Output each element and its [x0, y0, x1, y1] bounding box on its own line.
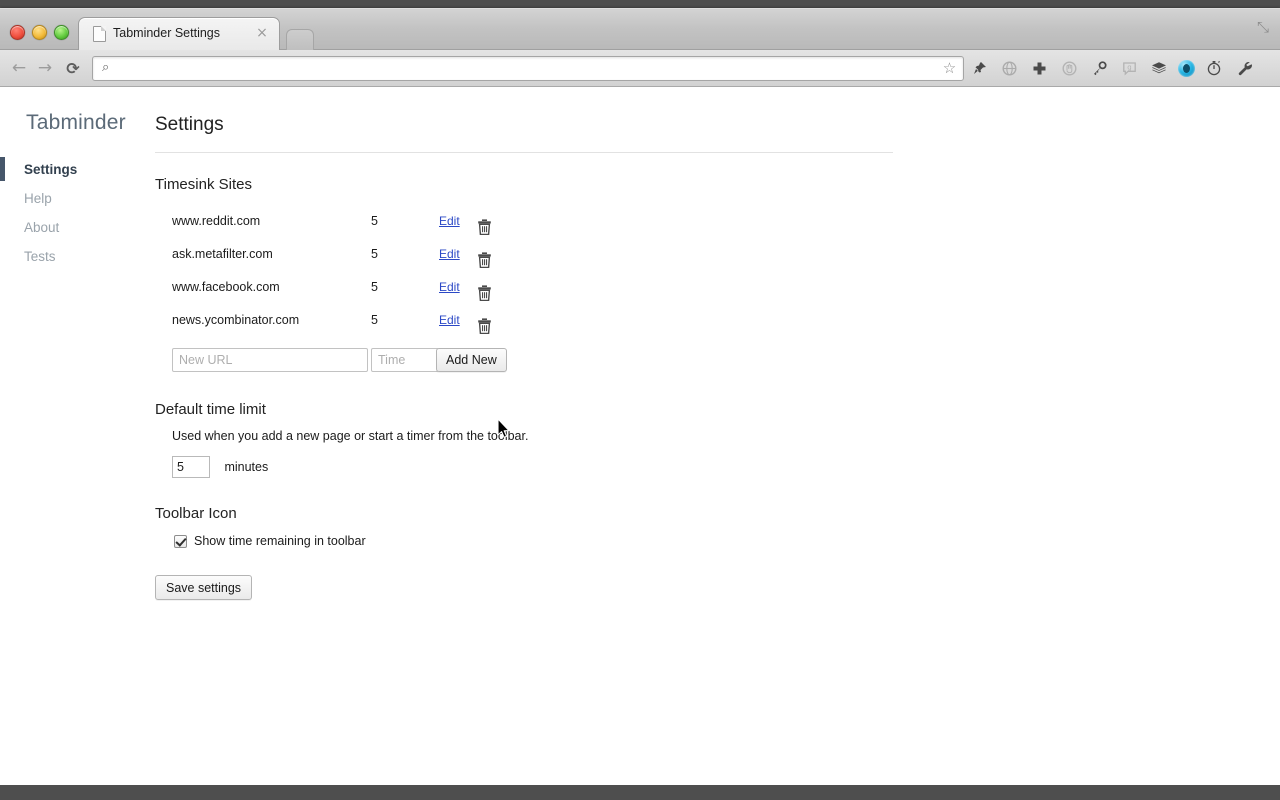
site-url: www.reddit.com	[172, 205, 260, 238]
default-time-input[interactable]	[172, 456, 210, 478]
add-new-button[interactable]: Add New	[436, 348, 507, 372]
trash-icon[interactable]	[477, 280, 492, 296]
trash-icon[interactable]	[477, 313, 492, 329]
main-column: Settings Timesink Sites www.reddit.com 5…	[155, 87, 915, 600]
add-site-row: Add New	[155, 348, 915, 378]
sidebar-item-settings[interactable]: Settings	[0, 155, 150, 184]
trash-icon[interactable]	[477, 214, 492, 230]
sidebar-item-help[interactable]: Help	[0, 184, 150, 213]
site-url: www.facebook.com	[172, 271, 280, 304]
desktop-strip	[0, 785, 1280, 800]
sidebar-item-tests[interactable]: Tests	[0, 242, 150, 271]
show-time-option: Show time remaining in toolbar	[155, 534, 915, 548]
svg-text:g: g	[1127, 63, 1131, 71]
trash-icon[interactable]	[477, 247, 492, 263]
globe-icon[interactable]	[998, 57, 1020, 79]
page-content: Tabminder Settings Help About Tests Sett…	[0, 87, 1280, 786]
edit-link[interactable]: Edit	[439, 313, 460, 328]
save-settings-button[interactable]: Save settings	[155, 575, 252, 600]
site-time: 5	[371, 205, 378, 238]
close-window-button[interactable]	[10, 25, 25, 40]
edit-link[interactable]: Edit	[439, 247, 460, 262]
sidebar-nav: Settings Help About Tests	[0, 155, 150, 271]
site-url: ask.metafilter.com	[172, 238, 273, 271]
sidebar-item-label: Settings	[24, 162, 77, 177]
site-time: 5	[371, 304, 378, 337]
sidebar-item-label: Tests	[24, 249, 56, 264]
timesink-sites-list: www.reddit.com 5 Edit ask.metafilter.com…	[155, 205, 915, 337]
browser-window: Tabminder Settings × ⤡ ← → ⟳ ⌕ ☆	[0, 8, 1280, 785]
page-favicon-icon	[93, 26, 106, 42]
tab-title: Tabminder Settings	[113, 26, 253, 40]
speech-bubble-icon[interactable]: g	[1118, 57, 1140, 79]
tabminder-icon[interactable]	[1178, 60, 1195, 77]
address-bar[interactable]: ⌕ ☆	[92, 56, 964, 81]
key-icon[interactable]	[1088, 57, 1110, 79]
table-row: news.ycombinator.com 5 Edit	[155, 304, 915, 337]
new-url-input[interactable]	[172, 348, 368, 372]
table-row: www.facebook.com 5 Edit	[155, 271, 915, 304]
window-controls	[10, 25, 69, 40]
default-time-unit-label: minutes	[224, 460, 268, 474]
browser-tab[interactable]: Tabminder Settings ×	[78, 17, 280, 50]
stopwatch-icon[interactable]	[1203, 57, 1225, 79]
pushpin-icon[interactable]	[968, 57, 990, 79]
back-icon[interactable]: ←	[8, 58, 30, 80]
layers-icon[interactable]	[1148, 57, 1170, 79]
minimize-window-button[interactable]	[32, 25, 47, 40]
wrench-icon[interactable]	[1233, 57, 1255, 79]
default-time-limit-description: Used when you add a new page or start a …	[155, 418, 915, 443]
bookmark-star-icon[interactable]: ☆	[941, 60, 958, 77]
default-time-limit-heading: Default time limit	[155, 378, 915, 418]
edit-link[interactable]: Edit	[439, 214, 460, 229]
plus-block-icon[interactable]	[1028, 57, 1050, 79]
reload-icon[interactable]: ⟳	[62, 58, 84, 80]
page-title: Settings	[155, 87, 915, 136]
sidebar-item-about[interactable]: About	[0, 213, 150, 242]
sidebar-item-label: Help	[24, 191, 52, 206]
close-tab-icon[interactable]: ×	[255, 26, 269, 40]
sidebar-item-label: About	[24, 220, 59, 235]
default-time-row: minutes	[155, 456, 915, 482]
address-input[interactable]	[121, 57, 915, 82]
forward-icon[interactable]: →	[34, 58, 56, 80]
extension-toolbar: g	[968, 56, 1255, 80]
site-time: 5	[371, 238, 378, 271]
show-time-checkbox[interactable]	[174, 535, 187, 548]
site-time: 5	[371, 271, 378, 304]
timesink-sites-heading: Timesink Sites	[155, 153, 915, 193]
fullscreen-icon[interactable]: ⤡	[1254, 19, 1272, 37]
brand-title: Tabminder	[26, 111, 126, 135]
site-url: news.ycombinator.com	[172, 304, 299, 337]
show-time-label[interactable]: Show time remaining in toolbar	[194, 534, 366, 548]
table-row: www.reddit.com 5 Edit	[155, 205, 915, 238]
edit-link[interactable]: Edit	[439, 280, 460, 295]
browser-toolbar: ← → ⟳ ⌕ ☆ g	[0, 50, 1280, 87]
sidebar: Tabminder Settings Help About Tests	[0, 87, 150, 786]
stop-hand-icon[interactable]	[1058, 57, 1080, 79]
toolbar-icon-heading: Toolbar Icon	[155, 482, 915, 522]
maximize-window-button[interactable]	[54, 25, 69, 40]
table-row: ask.metafilter.com 5 Edit	[155, 238, 915, 271]
new-time-input[interactable]	[371, 348, 439, 372]
browser-tab-strip: Tabminder Settings × ⤡	[0, 8, 1280, 50]
new-tab-button[interactable]	[286, 29, 314, 50]
search-icon: ⌕	[102, 60, 116, 76]
